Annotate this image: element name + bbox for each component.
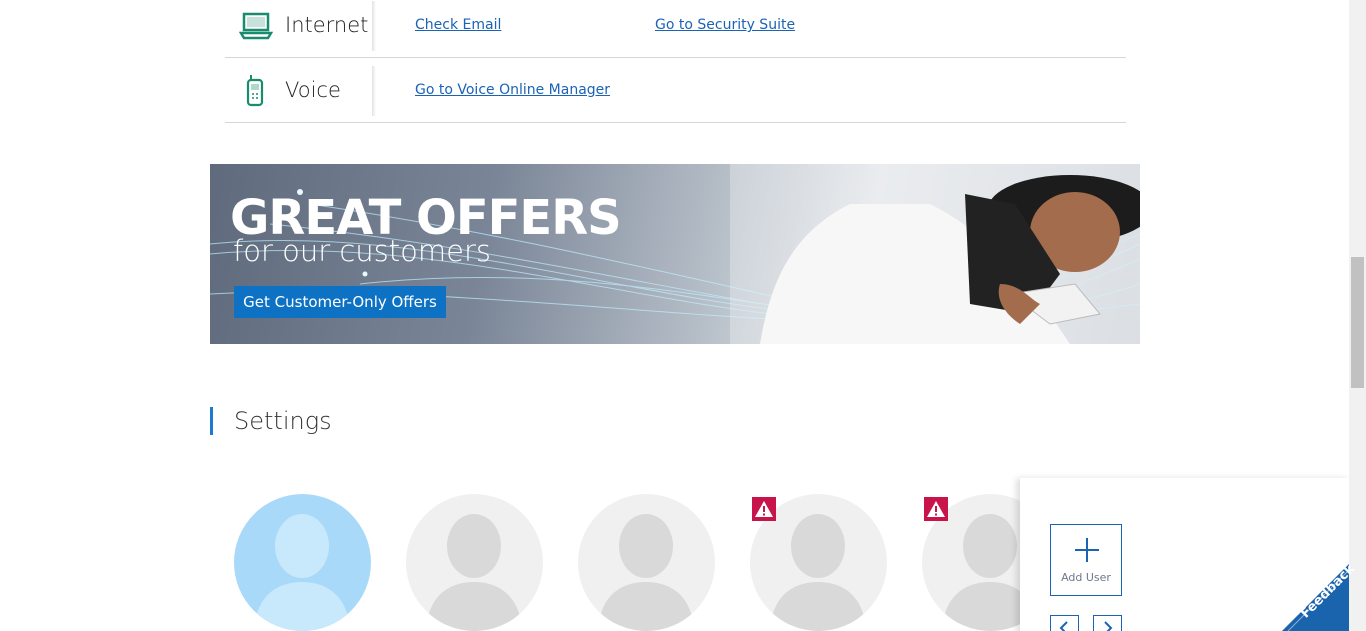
voice-online-manager-link[interactable]: Go to Voice Online Manager <box>415 82 610 98</box>
service-row-internet: Internet Check Email Go to Security Suit… <box>225 0 1126 58</box>
plus-icon <box>1075 538 1099 562</box>
user-avatar[interactable] <box>578 494 715 631</box>
previous-button[interactable] <box>1050 615 1079 631</box>
service-row-voice: Voice Go to Voice Online Manager <box>225 58 1126 123</box>
divider <box>372 66 376 116</box>
warning-icon <box>752 497 776 521</box>
phone-icon <box>245 75 279 107</box>
divider <box>372 1 376 51</box>
add-user-label: Add User <box>1061 571 1111 584</box>
chevron-left-icon <box>1059 621 1068 631</box>
next-button[interactable] <box>1093 615 1122 631</box>
settings-heading: Settings <box>234 407 332 435</box>
vertical-scrollbar[interactable] <box>1349 0 1366 631</box>
person-silhouette-icon <box>598 514 694 631</box>
person-silhouette-icon <box>426 514 522 631</box>
service-name-voice: Voice <box>285 78 341 102</box>
user-avatar-active[interactable] <box>234 494 371 631</box>
service-name-internet: Internet <box>285 13 369 37</box>
chevron-right-icon <box>1104 621 1113 631</box>
laptop-icon <box>238 11 274 41</box>
check-email-link[interactable]: Check Email <box>415 17 501 33</box>
banner-subtitle: for our customers <box>233 234 492 268</box>
woman-with-tablet-image <box>730 164 1140 344</box>
scrollbar-thumb[interactable] <box>1351 257 1364 388</box>
offers-banner[interactable]: GREAT OFFERS for our customers Get Custo… <box>210 164 1140 344</box>
security-suite-link[interactable]: Go to Security Suite <box>655 17 795 33</box>
settings-accent-bar <box>210 407 213 435</box>
add-user-button[interactable]: Add User <box>1050 524 1122 596</box>
customer-offers-button[interactable]: Get Customer-Only Offers <box>234 286 446 318</box>
feedback-tab[interactable]: Feedback <box>1266 560 1366 631</box>
user-avatar[interactable] <box>406 494 543 631</box>
page: Internet Check Email Go to Security Suit… <box>0 0 1366 631</box>
warning-icon <box>924 497 948 521</box>
person-silhouette-icon <box>254 514 350 631</box>
